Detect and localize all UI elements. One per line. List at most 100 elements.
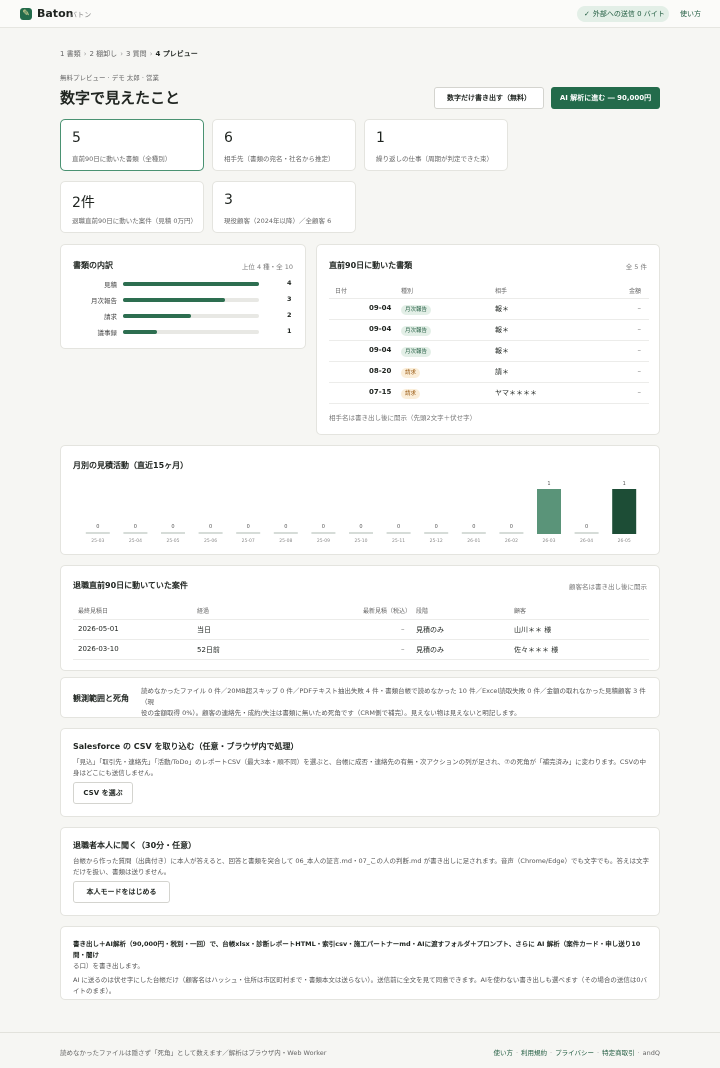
breakdown-summary: 上位 4 種・全 10 — [241, 263, 293, 271]
breakdown-value: 4 — [287, 279, 292, 287]
chart-bar — [236, 532, 261, 534]
breakdown-label: 月次報告 — [91, 297, 117, 305]
footer-links: 使い方 · 利用規約 · プライバシー · 特定商取引 · andQ — [493, 1049, 660, 1057]
export-info-card: 書き出し＋AI解析（90,000円・税別・一回）で、台帳xlsx・診断レポートH… — [60, 926, 660, 1000]
salesforce-description: 「見込」「取引先・連絡先」「活動/ToDo」のレポートCSV（最大3本・順不同）… — [73, 758, 647, 777]
chart-bar — [424, 532, 449, 534]
breakdown-track — [123, 298, 259, 302]
breakdown-value: 3 — [287, 295, 292, 303]
choose-csv-button[interactable]: CSV を選ぶ — [73, 782, 133, 804]
doc-amount: – — [637, 325, 642, 333]
col-amount: 金額 — [628, 288, 641, 295]
doc-amount: – — [637, 367, 642, 375]
interview-title: 退職者本人に聞く（30分・任意） — [73, 841, 197, 850]
chart-tick-label: 25-06 — [204, 538, 217, 544]
howto-link[interactable]: 使い方 — [680, 9, 701, 19]
breadcrumb-step-2[interactable]: 2 棚卸し — [90, 50, 118, 58]
footer-note: 読めなかったファイルは隠さず「死角」として数えます／解析はブラウザ内・Web W… — [60, 1049, 327, 1057]
chart-tick-label: 25-08 — [279, 538, 292, 544]
chart-bar — [499, 532, 524, 534]
export-info-text: 書き出し＋AI解析（90,000円・税別・一回）で、台帳xlsx・診断レポートH… — [73, 940, 648, 995]
stat-value: 2件 — [72, 195, 95, 211]
stat-card-docs: 5 直前90日に動いた書類（全種別） — [60, 119, 204, 171]
deal-amount: – — [401, 625, 405, 633]
footer-link-howto[interactable]: 使い方 — [493, 1049, 513, 1057]
monthly-activity-card: 月別の見積活動（直近15ヶ月） 0 25-03 0 25-04 0 25-05 0 25-06… — [60, 445, 660, 555]
stat-value: 1 — [376, 130, 385, 146]
interview-description: 台帳から作った質問（出典付き）に本人が答えると、回答と書類を突合して 06_本人… — [73, 857, 649, 876]
doc-date: 09-04 — [369, 304, 392, 312]
stat-value: 5 — [72, 130, 81, 146]
chart-value-label: 0 — [284, 524, 287, 530]
breadcrumb: 1 書類 › 2 棚卸し › 3 質問 › 4 プレビュー — [60, 49, 198, 59]
breadcrumb-step-4: 4 プレビュー — [155, 50, 198, 58]
brand-name: Baton — [37, 7, 74, 20]
footer-link-terms[interactable]: 利用規約 — [521, 1049, 547, 1057]
footer-link-privacy[interactable]: プライバシー — [555, 1049, 594, 1057]
breakdown-row: 月次報告 3 — [61, 295, 305, 305]
doc-party: 報＊ — [495, 347, 509, 355]
pre-exit-note: 顧客名は書き出し後に開示 — [569, 583, 647, 591]
chart-value-label: 0 — [134, 524, 137, 530]
row-divider — [73, 619, 649, 620]
stat-label: 相手先（書類の宛名・社名から推定） — [224, 155, 335, 163]
chart-bar — [537, 489, 561, 534]
row-divider — [329, 382, 649, 383]
chart-tick-label: 25-11 — [392, 538, 405, 544]
deal-amount: – — [401, 645, 405, 653]
doc-party: 請＊ — [495, 368, 509, 376]
chart-bar — [612, 489, 637, 534]
chart-value-label: 0 — [96, 524, 99, 530]
chart-tick-label: 25-04 — [129, 538, 142, 544]
footer-link-commerce[interactable]: 特定商取引 — [602, 1049, 635, 1057]
chart-value-label: 0 — [585, 524, 588, 530]
deal-client: 山川＊＊ 様 — [514, 626, 552, 634]
breakdown-row: 議事録 1 — [61, 327, 305, 337]
deal-date: 2026-05-01 — [78, 625, 119, 633]
chart-bar — [574, 532, 599, 534]
chart-value-label: 0 — [209, 524, 212, 530]
free-export-button[interactable]: 数字だけ書き出す（無料） — [434, 87, 544, 109]
chart-tick-label: 26-01 — [467, 538, 480, 544]
stat-label: 現役顧客（2024年以降）／全顧客 6 — [224, 217, 332, 225]
breadcrumb-step-1[interactable]: 1 書類 — [60, 50, 81, 58]
breakdown-label: 議事録 — [97, 329, 118, 337]
doc-breakdown-card: 書類の内訳 上位 4 種・全 10 見積 4 月次報告 3 請求 2 議事録 1 — [60, 244, 306, 349]
doc-type-tag: 請求 — [401, 389, 421, 399]
pre-exit-deals-card: 退職直前90日に動いていた案件 顧客名は書き出し後に開示 最終見積日 経過 最新… — [60, 565, 660, 671]
footer-credit: andQ — [642, 1049, 660, 1057]
breakdown-fill — [123, 330, 157, 334]
chart-tick-label: 26-05 — [618, 538, 631, 544]
salesforce-import-card: Salesforce の CSV を取り込む（任意・ブラウザ内で処理） 「見込」… — [60, 728, 660, 817]
deal-stage: 見積のみ — [416, 626, 444, 634]
ai-analysis-button[interactable]: AI 解析に進む ― 90,000円 — [551, 87, 660, 109]
col-elapsed: 経過 — [197, 608, 210, 615]
start-interview-button[interactable]: 本人モードをはじめる — [73, 881, 170, 903]
breadcrumb-step-3[interactable]: 3 質問 — [126, 50, 147, 58]
observation-title: 観測範囲と死角 — [73, 694, 129, 703]
chart-bar — [161, 532, 185, 534]
recent-docs-note: 相手名は書き出し後に開示（先頭2文字＋伏せ字） — [329, 414, 477, 422]
stat-value: 6 — [224, 130, 233, 146]
breakdown-title: 書類の内訳 — [73, 261, 113, 270]
pre-exit-title: 退職直前90日に動いていた案件 — [73, 581, 188, 590]
chart-tick-label: 26-03 — [542, 538, 555, 544]
col-party: 相手 — [495, 288, 508, 295]
chart-value-label: 0 — [359, 524, 362, 530]
breakdown-value: 2 — [287, 311, 292, 319]
chart-bar — [85, 532, 110, 534]
doc-amount: – — [637, 388, 642, 396]
row-divider — [73, 639, 649, 640]
chart-value-label: 0 — [472, 524, 475, 530]
check-circle-icon: ✓ — [584, 10, 590, 18]
doc-type-tag: 請求 — [401, 368, 421, 378]
deal-date: 2026-03-10 — [78, 645, 119, 653]
stat-value: 3 — [224, 192, 233, 208]
preview-meta: 無料プレビュー · デモ 太郎 · 営業 — [60, 74, 159, 82]
chart-bar — [349, 532, 373, 534]
chart-tick-label: 25-03 — [91, 538, 104, 544]
chevron-right-icon: › — [83, 50, 87, 58]
row-divider — [329, 319, 649, 320]
recent-docs-title: 直前90日に動いた書類 — [329, 261, 413, 270]
breakdown-fill — [123, 298, 225, 302]
